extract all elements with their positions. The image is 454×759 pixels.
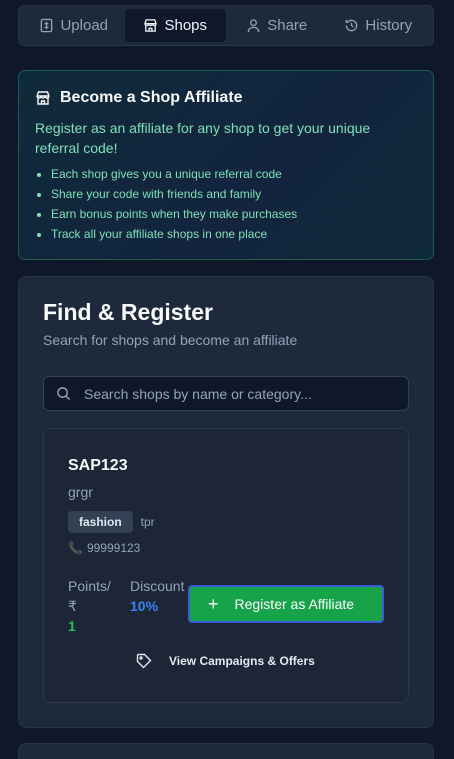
discount-label: Discount <box>130 578 185 594</box>
list-item: Track all your affiliate shops in one pl… <box>51 224 417 244</box>
discount-value: 10% <box>130 598 159 614</box>
points-stat: Points/ ₹ 1 <box>68 576 130 636</box>
nav-tabs: Upload Shops Share History <box>18 5 434 46</box>
upload-doc-icon <box>41 18 53 33</box>
shop-tags: fashion tpr <box>68 511 384 533</box>
register-label: Register as Affiliate <box>234 596 355 612</box>
search-input[interactable] <box>84 385 384 402</box>
store-icon <box>36 91 50 105</box>
tab-share-label: Share <box>267 17 308 34</box>
page-subtitle: Search for shops and become an affiliate <box>43 332 298 348</box>
list-item: Share your code with friends and family <box>51 184 417 204</box>
list-item: Earn bonus points when they make purchas… <box>51 204 417 224</box>
tab-upload[interactable]: Upload <box>23 9 125 42</box>
affiliate-title: Become a Shop Affiliate <box>60 89 243 106</box>
tag-icon <box>136 653 152 669</box>
register-affiliate-button[interactable]: + Register as Affiliate <box>188 585 384 623</box>
tab-shops[interactable]: Shops <box>124 9 226 42</box>
points-label: Points/ <box>68 578 111 594</box>
history-icon <box>346 19 358 32</box>
affiliate-heading: Become a Shop Affiliate <box>35 89 417 107</box>
shop-phone: 📞 99999123 <box>68 541 384 555</box>
discount-stat: Discount 10% <box>130 576 184 636</box>
tab-history-label: History <box>365 17 413 34</box>
phone-icon: 📞 <box>68 541 83 555</box>
list-item: Each shop gives you a unique referral co… <box>51 164 417 184</box>
search-icon <box>57 387 71 401</box>
page-title: Find & Register <box>43 299 213 325</box>
user-icon <box>247 19 260 33</box>
find-register-card: Find & Register Search for shops and bec… <box>18 276 434 728</box>
phone-number: 99999123 <box>86 541 141 555</box>
category-badge: fashion <box>68 511 133 533</box>
affiliate-info-panel: Become a Shop Affiliate Register as an a… <box>18 70 434 260</box>
next-card <box>18 743 434 759</box>
shop-card: SAP123 grgr fashion tpr 📞 99999123 Point… <box>43 428 409 703</box>
campaigns-label: View Campaigns & Offers <box>169 654 315 668</box>
shop-name: SAP123 <box>68 457 128 474</box>
tab-share[interactable]: Share <box>226 9 328 42</box>
tab-upload-label: Upload <box>60 17 109 34</box>
shop-stats: Points/ ₹ 1 Discount 10% <box>68 576 184 636</box>
store-icon <box>144 19 158 32</box>
plus-icon: + <box>208 594 219 614</box>
tab-shops-label: Shops <box>164 17 208 34</box>
shop-location: tpr <box>140 515 155 529</box>
tab-history[interactable]: History <box>328 9 430 42</box>
shop-description: grgr <box>68 484 93 500</box>
affiliate-description: Register as an affiliate for any shop to… <box>35 120 371 156</box>
view-campaigns-link[interactable]: View Campaigns & Offers <box>136 653 315 669</box>
search-box <box>43 376 409 411</box>
affiliate-benefits-list: Each shop gives you a unique referral co… <box>35 164 417 244</box>
points-currency: ₹ <box>68 598 77 614</box>
points-value: 1 <box>68 618 76 634</box>
